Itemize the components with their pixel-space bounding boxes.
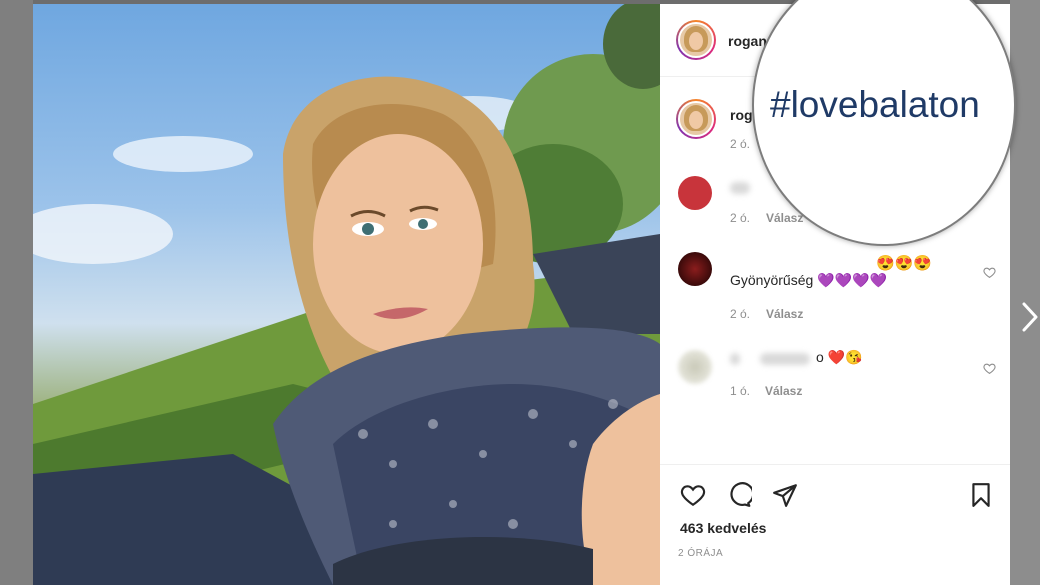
reply-button[interactable]: Válasz [765,384,802,398]
reply-button[interactable]: Válasz [766,211,803,225]
actions-divider [660,464,1010,465]
post-photo[interactable] [33,4,660,585]
comment-text: o ❤️😘 [816,349,863,365]
post-timestamp: 2 ÓRÁJA [678,548,724,559]
reply-button[interactable]: Válasz [766,307,803,321]
commenter-avatar[interactable] [678,252,712,286]
heart-icon[interactable] [680,482,706,508]
author-avatar[interactable] [676,20,716,60]
comment-time: 1 ó. [730,384,751,398]
post-photo-illustration [33,4,660,585]
bookmark-icon[interactable] [968,482,994,508]
blurred-comment-text [760,353,810,365]
like-comment-heart-icon[interactable] [983,362,996,375]
chevron-right-icon[interactable] [1020,300,1040,334]
comment-time: 2 ó. [730,307,751,321]
like-comment-heart-icon[interactable] [983,266,996,279]
comment-icon[interactable] [726,482,752,508]
comment-emoji: 😍😍😍 [876,255,933,272]
blurred-comment-text [730,182,750,194]
commenter-avatar[interactable] [678,350,712,384]
commenter-avatar[interactable] [678,176,712,210]
like-count[interactable]: 463 kedvelés [680,520,766,536]
caption-time: 2 ó. [730,137,751,151]
backdrop-left [0,0,33,585]
caption-avatar[interactable] [676,99,716,139]
blurred-comment-text [730,353,740,365]
hashtag-link[interactable]: #lovebalaton [770,84,980,126]
share-icon[interactable] [772,482,798,508]
comment-time: 2 ó. [730,211,751,225]
comment-text: Gyönyörűség 💜💜💜💜 [730,272,887,288]
